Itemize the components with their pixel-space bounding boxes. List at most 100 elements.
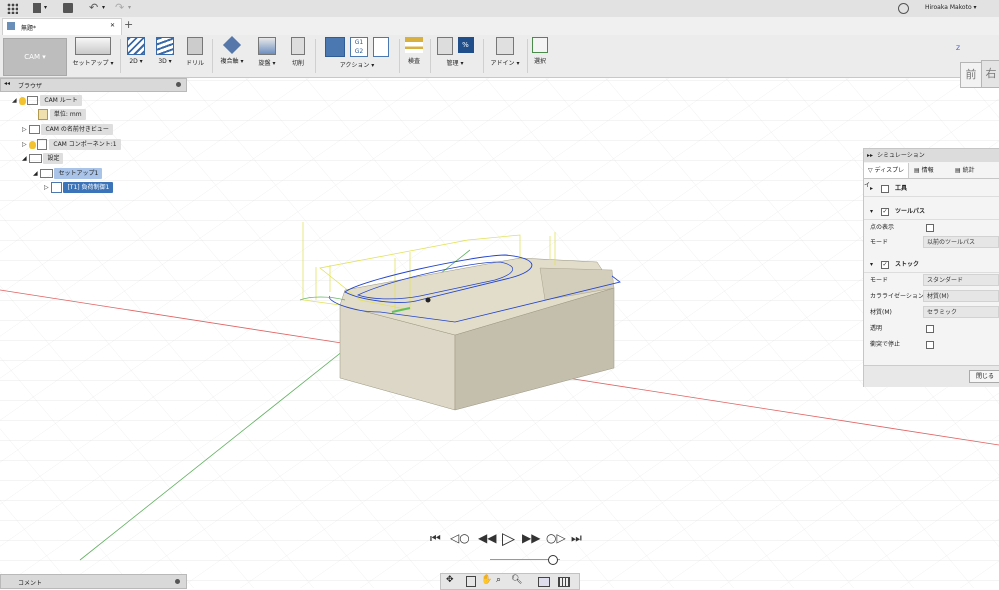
expand-section-icon[interactable]: ▸	[870, 185, 873, 192]
step-forward-icon[interactable]: ▶▶	[522, 531, 540, 545]
close-button[interactable]: 閉じる	[969, 370, 999, 383]
go-to-start-icon[interactable]: ⏮	[430, 531, 441, 546]
previous-operation-icon[interactable]: ◁○	[450, 531, 470, 545]
expand-arrow-icon[interactable]: ▷	[44, 184, 49, 191]
multiaxis-button[interactable]: 複合軸 ▾	[215, 35, 249, 75]
look-at-icon[interactable]	[466, 576, 476, 587]
2d-button[interactable]: 2D ▾	[124, 37, 148, 75]
lightbulb-icon[interactable]	[18, 96, 26, 105]
playback-timeline-handle[interactable]	[548, 555, 558, 565]
tree-node-cam-component[interactable]: ▷ CAM コンポーネント:1	[22, 139, 121, 150]
tree-node-operation-t1[interactable]: ▷ [T1] 負荷制御1	[44, 182, 114, 193]
component-icon	[37, 139, 48, 150]
post-process-icon[interactable]: G1 G2	[350, 37, 368, 57]
collapse-section-icon[interactable]: ▾	[870, 261, 873, 268]
tab-info[interactable]: ▤ 情報	[914, 163, 952, 178]
comment-pin-icon[interactable]	[175, 579, 180, 584]
simulate-icon[interactable]	[325, 37, 345, 57]
toolpath-visibility-checkbox[interactable]: ✓	[881, 208, 889, 216]
document-tab[interactable]: 無題* ✕	[2, 18, 122, 36]
material-select[interactable]: セラミック	[923, 306, 999, 318]
collapse-section-icon[interactable]: ▾	[870, 208, 873, 215]
step-back-icon[interactable]: ◀◀	[478, 531, 496, 545]
user-name: Hiroaka Makoto	[925, 4, 972, 11]
user-menu[interactable]: Hiroaka Makoto ▾	[925, 4, 977, 11]
tree-node-setup1[interactable]: ◢ セットアップ1	[33, 168, 103, 179]
zoom-window-icon[interactable]: ⌕	[496, 575, 501, 585]
go-to-end-icon[interactable]: ⏭	[571, 531, 582, 546]
collapse-arrow-icon[interactable]: ◢	[22, 155, 27, 162]
tab-statistics[interactable]: ▤ 統計	[955, 163, 995, 178]
tree-node-setups[interactable]: ◢ 設定	[22, 153, 64, 164]
file-menu-icon[interactable]	[33, 3, 41, 13]
redo-icon[interactable]: ↷	[115, 1, 124, 14]
orbit-icon[interactable]: ✥	[446, 575, 454, 585]
setup-folder-icon	[28, 154, 42, 163]
next-operation-icon[interactable]: ○▷	[546, 531, 566, 545]
expand-arrow-icon[interactable]: ▷	[22, 141, 27, 148]
select-button[interactable]: 選択	[530, 37, 550, 75]
job-status-clock-icon[interactable]	[898, 3, 909, 14]
browser-panel-header[interactable]: ◂◂ ブラウザ	[0, 78, 187, 92]
tree-node-cam-root[interactable]: ◢ CAM ルート	[12, 95, 82, 106]
setup-sheet-icon[interactable]	[373, 37, 389, 57]
transparent-row: 透明	[864, 321, 999, 336]
drill-button[interactable]: ドリル	[183, 37, 207, 75]
collapse-panel-icon[interactable]: ▸▸	[867, 152, 873, 159]
select-icon	[532, 37, 548, 53]
addins-button[interactable]: アドイン ▾	[486, 37, 524, 75]
collapse-arrow-icon[interactable]: ◢	[33, 170, 38, 177]
workspace-switcher[interactable]: CAM ▾	[3, 38, 67, 76]
3d-button[interactable]: 3D ▾	[153, 37, 177, 75]
tree-node-label: CAM ルート	[40, 95, 82, 106]
inspect-button[interactable]: 検査	[401, 37, 427, 75]
stock-visibility-checkbox[interactable]: ✓	[881, 261, 889, 269]
stop-on-collision-checkbox[interactable]	[926, 341, 934, 349]
viewcube[interactable]: Z 前 右	[950, 45, 999, 98]
expand-arrow-icon[interactable]: ▷	[22, 126, 27, 133]
turning-button[interactable]: 旋盤 ▾	[253, 37, 281, 75]
show-points-checkbox[interactable]	[926, 224, 934, 232]
transparent-checkbox[interactable]	[926, 325, 934, 333]
toolpath-mode-select[interactable]: 以前のツールパス	[923, 236, 999, 248]
save-icon[interactable]	[63, 3, 73, 13]
tree-node-label: CAM コンポーネント:1	[49, 139, 121, 150]
comment-panel[interactable]: コメント	[0, 574, 187, 589]
actions-button[interactable]: G1 G2 アクション ▾	[318, 37, 396, 75]
tool-section-header[interactable]: ▸ 工具	[864, 181, 999, 197]
simulation-panel-header[interactable]: ▸▸ シミュレーション	[864, 149, 999, 162]
toolpath-section-header[interactable]: ▾ ✓ ツールパス	[864, 204, 999, 220]
colorization-select[interactable]: 材質(M)	[923, 290, 999, 302]
browser-pin-icon[interactable]	[176, 82, 181, 87]
viewcube-front-face[interactable]: 前	[960, 62, 982, 88]
manage-button[interactable]: % 管理 ▾	[432, 37, 478, 75]
tree-node-named-views[interactable]: ▷ CAM の名前付きビュー	[22, 124, 113, 135]
grid-settings-icon[interactable]	[558, 577, 570, 587]
app-grid-icon[interactable]	[7, 3, 18, 14]
undo-caret-icon[interactable]: ▾	[102, 4, 105, 11]
tab-display[interactable]: ▽ ディスプレイ	[864, 163, 909, 189]
tree-node-units[interactable]: 単位: mm	[38, 109, 86, 120]
play-icon[interactable]: ▷	[502, 529, 515, 549]
stock-section-header[interactable]: ▾ ✓ ストック	[864, 257, 999, 273]
pan-icon[interactable]: ✋	[481, 575, 492, 585]
redo-caret-icon[interactable]: ▾	[128, 4, 131, 11]
statistics-tab-icon: ▤	[955, 167, 961, 174]
simulation-panel: ▸▸ シミュレーション ▽ ディスプレイ ▤ 情報 ▤ 統計 ▸ 工具 ▾ ✓ …	[863, 148, 999, 387]
new-tab-button[interactable]: +	[124, 18, 133, 31]
undo-icon[interactable]: ↶	[89, 1, 98, 14]
lightbulb-icon[interactable]	[28, 140, 36, 149]
simulation-tabs: ▽ ディスプレイ ▤ 情報 ▤ 統計	[864, 163, 999, 189]
zoom-icon[interactable]: 🔍︎	[511, 575, 522, 585]
display-settings-icon[interactable]	[538, 577, 550, 587]
stock-mode-select[interactable]: スタンダード	[923, 274, 999, 286]
viewcube-right-face[interactable]: 右	[981, 60, 999, 88]
collapse-browser-icon[interactable]: ◂◂	[4, 80, 10, 87]
tool-visibility-checkbox[interactable]	[881, 185, 889, 193]
file-menu-caret-icon[interactable]: ▾	[44, 4, 47, 11]
cutting-button[interactable]: 切削	[285, 37, 311, 75]
collapse-arrow-icon[interactable]: ◢	[12, 97, 17, 104]
setup-button[interactable]: セットアップ ▾	[70, 37, 116, 75]
close-tab-icon[interactable]: ✕	[110, 22, 115, 29]
show-points-row: 点の表示	[864, 220, 999, 235]
